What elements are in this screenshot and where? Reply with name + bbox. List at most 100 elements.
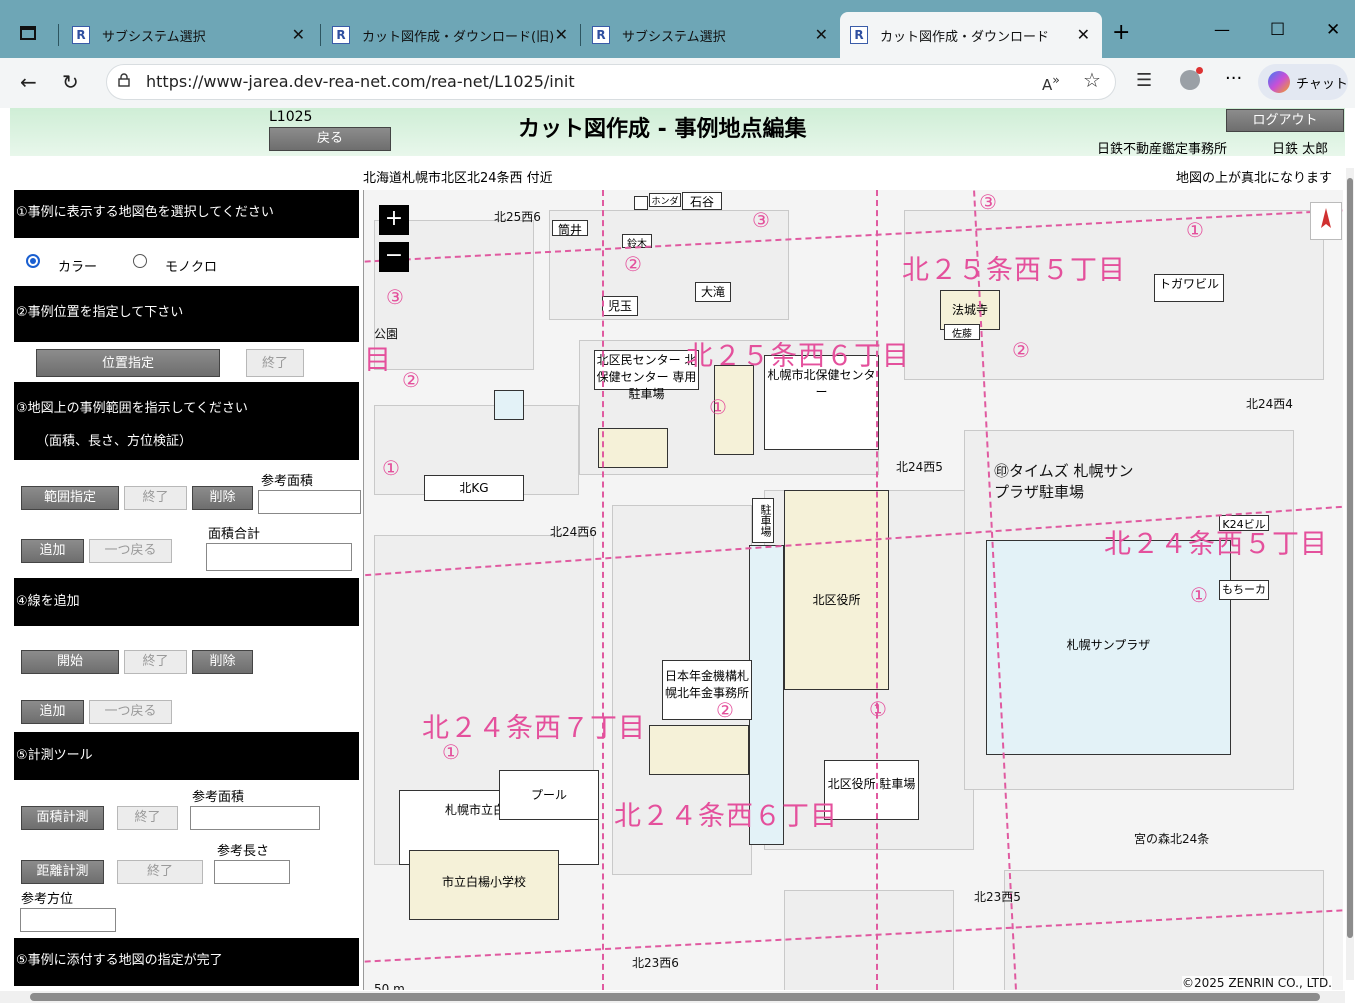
back-arrow-icon[interactable]: ← [20,70,37,94]
map-building: ホンダ [649,193,681,207]
map-building: 石谷 [682,192,722,210]
map-building: プール [499,770,599,820]
reload-icon[interactable]: ↻ [62,70,79,94]
circled-number: ② [716,698,734,722]
tab-separator [320,24,321,46]
color-radio[interactable] [26,254,40,268]
close-tab-icon[interactable]: ✕ [815,25,828,44]
line-end-button[interactable]: 終了 [124,650,187,674]
tab-label: カット図作成・ダウンロード(旧) [362,29,555,45]
range-end-button[interactable]: 終了 [124,486,187,510]
district-boundary-line [876,190,878,990]
range-set-button[interactable]: 範囲指定 [21,486,119,510]
browser-tab-4-active[interactable]: R カット図作成・ダウンロード ✕ [840,12,1102,58]
minimize-button[interactable]: — [1214,20,1230,39]
rea-favicon-icon: R [332,26,350,44]
circled-number: ① [709,395,727,419]
map-canvas[interactable]: 筒井 石谷 ホンダ 鈴木 児玉 大滝 北区民センター 北保健センター 専用駐車場… [363,190,1343,990]
more-menu-icon[interactable]: ··· [1225,68,1242,89]
page-title: カット図作成 - 事例地点編集 [518,117,807,142]
district-label: 北２５条西５丁目 [902,255,1126,286]
line-start-button[interactable]: 開始 [21,650,119,674]
horizontal-scrollbar[interactable] [0,991,1345,1003]
range-add-button[interactable]: 追加 [21,539,84,563]
maximize-button[interactable]: ☐ [1270,20,1285,40]
rea-favicon-icon: R [72,26,90,44]
range-delete-button[interactable]: 削除 [192,486,253,510]
ref-area-field[interactable] [258,490,361,514]
bus-stop-label: 北24西4 [1246,397,1293,411]
map-scale: 50 m [374,982,405,990]
circled-number: ② [1012,338,1030,362]
read-aloud-icon[interactable]: A» [1042,72,1060,94]
distance-measure-end-button[interactable]: 終了 [117,860,203,884]
radio-dot [30,258,36,264]
new-tab-button[interactable]: + [1112,20,1130,45]
rea-favicon-icon: R [592,26,610,44]
line-add-button[interactable]: 追加 [21,700,84,724]
color-radio-label: カラー [58,260,98,275]
logout-button[interactable]: ログアウト [1226,109,1344,132]
back-button[interactable]: 戻る [269,127,391,151]
section-4-header: ④線を追加 [14,578,359,626]
set-position-button[interactable]: 位置指定 [36,349,220,377]
area-measure-button[interactable]: 面積計測 [21,806,104,830]
tab-actions-icon[interactable] [20,26,36,40]
close-tab-icon[interactable]: ✕ [292,25,305,44]
browser-tab-2[interactable]: R カット図作成・ダウンロード(旧) ✕ [322,12,580,58]
total-area-field[interactable] [206,543,352,571]
chat-label: チャット [1296,77,1348,92]
circled-number: ① [382,456,400,480]
circled-number: ② [624,252,642,276]
circled-number: ① [1190,583,1208,607]
position-end-button[interactable]: 終了 [246,349,304,377]
measure-area-field[interactable] [190,806,320,830]
map-building: 筒井 [552,220,588,237]
browser-tab-1[interactable]: R サブシステム選択 ✕ [62,12,317,58]
measure-length-field[interactable] [214,860,290,884]
map-building: 北区役所 駐車場 [824,760,919,820]
url-text[interactable]: https://www-jarea.dev-rea-net.com/rea-ne… [146,72,575,91]
profile-alert-dot [1196,67,1203,74]
close-window-button[interactable]: ✕ [1326,20,1340,40]
close-tab-icon[interactable]: ✕ [555,25,568,44]
measure-area-label: 参考面積 [192,790,245,805]
line-undo-button[interactable]: 一つ戻る [89,700,172,724]
map-building [634,196,648,210]
zoom-out-button[interactable]: − [379,242,409,272]
map-building: もちーカ [1219,580,1269,600]
map-building: 北区民センター 北保健センター 専用駐車場 [594,350,699,401]
area-measure-end-button[interactable]: 終了 [117,806,178,830]
horizontal-scroll-thumb[interactable] [30,993,1320,1001]
vertical-scroll-thumb[interactable] [1347,178,1353,938]
zoom-in-button[interactable]: + [379,205,409,235]
site-info-lock-icon[interactable] [118,73,130,87]
browser-tab-3[interactable]: R サブシステム選択 ✕ [582,12,840,58]
map-block [784,890,954,990]
circled-number: ③ [752,208,770,232]
circled-number: ① [869,697,887,721]
measure-bearing-field[interactable] [20,908,116,932]
map-building: 北区役所 [784,490,889,690]
line-delete-button[interactable]: 削除 [192,650,253,674]
range-undo-button[interactable]: 一つ戻る [89,539,172,563]
circled-number: ① [1186,218,1204,242]
map-building: 日本年金機構札幌北年金事務所 [662,660,752,720]
distance-measure-button[interactable]: 距離計測 [21,860,104,884]
circled-number: ② [402,368,420,392]
close-tab-icon[interactable]: ✕ [1077,25,1090,44]
total-area-label: 面積合計 [208,527,261,542]
favorite-star-icon[interactable]: ☆ [1083,68,1101,92]
north-arrow-icon [1310,202,1342,240]
rea-favicon-icon: R [850,26,868,44]
vertical-scrollbar[interactable] [1346,168,1354,980]
favorites-list-icon[interactable]: ☰ [1136,70,1152,91]
section-3-subtitle: （面積、長さ、方位検証） [36,434,193,449]
tab-separator [580,24,581,46]
map-copyright: ©2025 ZENRIN CO., LTD. [1182,976,1332,990]
mono-radio[interactable] [133,254,147,268]
district-label: 北２４条西６丁目 [614,801,838,832]
tab-label: サブシステム選択 [102,29,206,45]
section-1-header: ①事例に表示する地図色を選択してください [14,190,359,238]
map-building: 市立白楊小学校 [409,850,559,920]
